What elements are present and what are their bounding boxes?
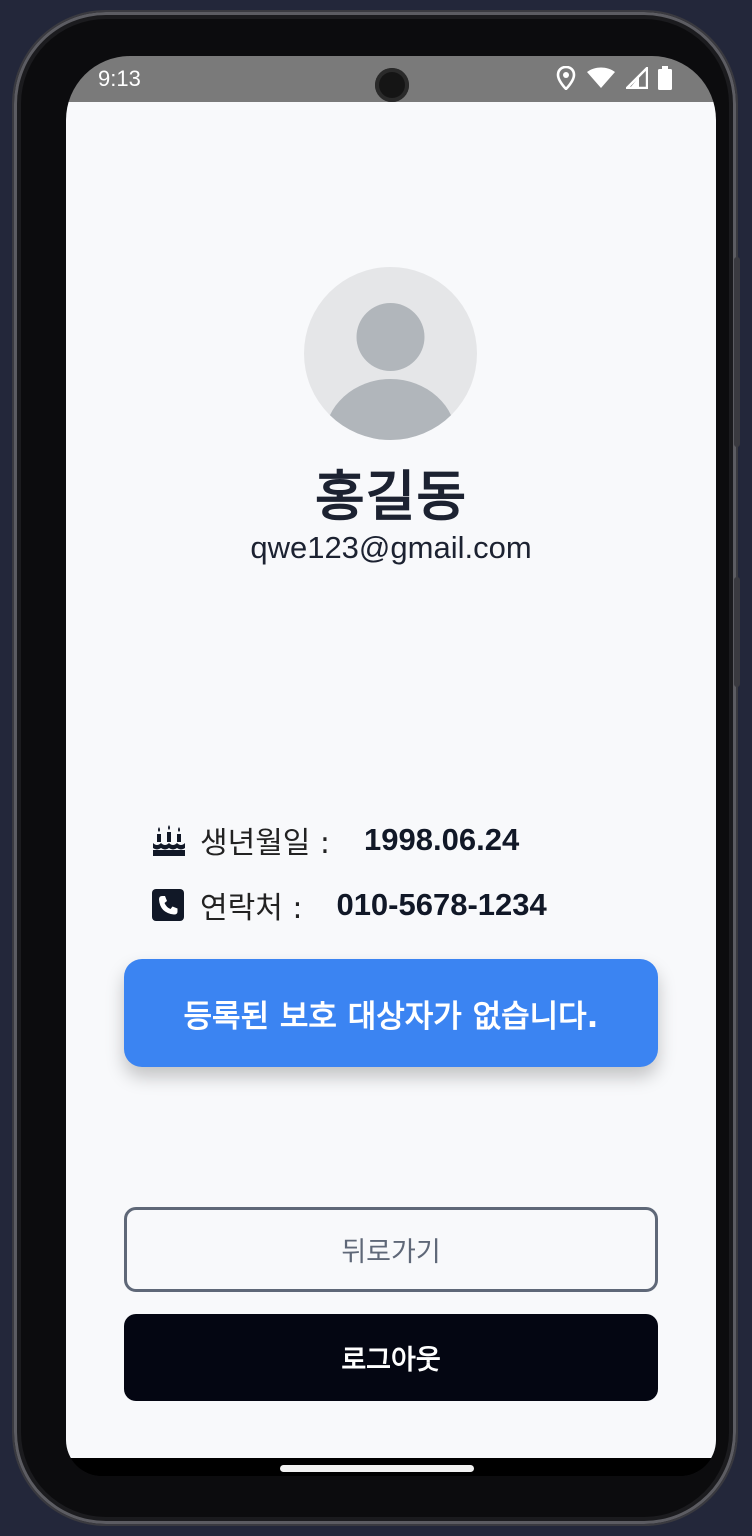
phone-label: 연락처 : [200,891,303,926]
phone-icon [152,889,184,921]
home-indicator[interactable] [280,1465,474,1472]
user-placeholder-icon [324,303,457,440]
battery-icon [658,66,672,90]
phone-value: 010-5678-1234 [336,887,547,922]
phone-frame: 9:13 홍길동 qwe123@gmail.com 생년월일: 1998.06… [14,12,740,1524]
birthday-label: 생년월일 : [200,826,331,861]
profile-screen: 홍길동 qwe123@gmail.com 생년월일 : 1998.06.24 연… [66,102,716,1458]
no-protected-person-notice: 등록된 보호 대상자가 없습니다. [124,959,658,1067]
power-button [734,257,740,447]
status-icons [556,66,672,90]
front-camera [375,68,409,102]
user-email: qwe123@gmail.com [250,530,532,565]
cake-icon [153,825,185,856]
back-button-label: 뒤로가기 [341,1237,441,1268]
birthday-value: 1998.06.24 [364,822,520,857]
screen: 9:13 홍길동 qwe123@gmail.com 생년월일: 1998.06… [66,56,716,1476]
user-name: 홍길동 [314,465,468,528]
logout-button-label: 로그아웃 [341,1345,441,1376]
notice-text: 등록된 보호 대상자가 없습니다. [183,998,599,1035]
avatar [304,267,477,440]
wifi-icon [587,67,615,88]
status-time: 9:13 [98,66,141,91]
volume-button [734,577,740,687]
birthday-row: 생년월일 : 1998.06.24 [152,818,519,862]
back-button[interactable]: 뒤로가기 [124,1207,658,1292]
status-bar: 9:13 [66,56,716,102]
location-icon [556,66,576,90]
signal-icon [626,67,648,89]
phone-row: 연락처 : 010-5678-1234 [152,883,547,927]
logout-button[interactable]: 로그아웃 [124,1314,658,1401]
